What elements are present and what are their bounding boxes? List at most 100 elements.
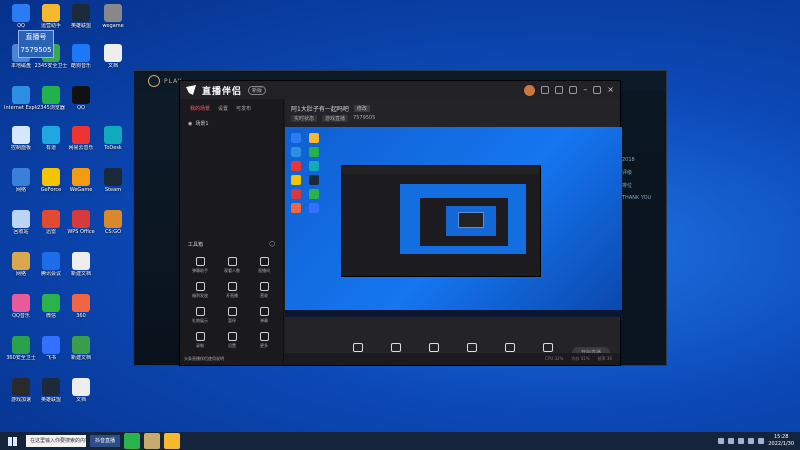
desktop-icon[interactable]: 英雄联盟 [64, 4, 98, 38]
user-avatar[interactable] [524, 84, 536, 96]
desktop-icon[interactable]: 网易云音乐 [64, 126, 98, 160]
desktop-icon[interactable]: 英雄联盟 [34, 378, 68, 412]
desktop-icon[interactable]: 网络 [4, 168, 38, 202]
eye-icon[interactable]: ◉ [188, 121, 192, 127]
desktop-icon[interactable]: 新建文档 [64, 336, 98, 370]
app-icon [42, 336, 60, 354]
desktop-icon[interactable]: 微信 [34, 294, 68, 328]
tool-item[interactable]: 福利发放 [184, 282, 216, 299]
tool-icon [195, 257, 205, 266]
tool-item[interactable]: 开直播 [216, 282, 248, 299]
tool-item[interactable]: 设置 [216, 332, 248, 349]
desktop-icon[interactable]: 360安全卫士 [4, 336, 38, 370]
tool-icon [195, 282, 205, 291]
preview-icon [309, 203, 319, 213]
tab-publish[interactable]: 可发布 [236, 105, 251, 112]
desktop-icon[interactable]: ToDesk [96, 126, 130, 160]
app-icon [72, 86, 90, 104]
taskbar-clock[interactable]: 15:28 2022/1/30 [768, 434, 794, 448]
desktop-icon[interactable]: WeGame [64, 168, 98, 202]
taskbar-active-app[interactable]: 抖音直播 [90, 435, 120, 447]
desktop-icon[interactable]: QQ [64, 86, 98, 120]
desktop-icon[interactable]: 回收站 [4, 210, 38, 244]
desktop-icon[interactable]: 游戏加速 [4, 378, 38, 412]
preview-icon [309, 161, 319, 171]
tray-icon[interactable] [718, 438, 725, 444]
app-icon [12, 86, 30, 104]
tab-settings[interactable]: 设置 [218, 105, 228, 112]
tool-item[interactable]: 礼物展示 [184, 307, 216, 324]
desktop-icon[interactable]: wegame [96, 4, 130, 38]
taskbar-app-icon[interactable] [124, 433, 140, 449]
desktop-icon[interactable]: 新建文档 [64, 252, 98, 286]
desktop-icon[interactable]: QQ音乐 [4, 294, 38, 328]
tray-icon[interactable] [738, 438, 745, 444]
app-icon [72, 294, 90, 312]
tab-scenes[interactable]: 我的场景 [190, 105, 210, 112]
game-friends-panel: 2018 评级 排位 THANK YOU [618, 151, 666, 365]
taskbar-search[interactable]: 在这里输入你要搜索的内容 [26, 435, 86, 447]
desktop-icon[interactable]: 腾讯会议 [34, 252, 68, 286]
desktop-icon[interactable]: Steam [96, 168, 130, 202]
desktop-icon[interactable]: CS:GO [96, 210, 130, 244]
desktop-icon[interactable]: 控制面板 [4, 126, 38, 160]
message-icon[interactable] [541, 86, 550, 94]
game-panel-row: 2018 [622, 157, 635, 163]
tool-label: 弹幕 [260, 318, 268, 323]
gift-icon[interactable] [555, 86, 564, 94]
desktop-icon[interactable]: 网络 [4, 252, 38, 286]
toolbox-more-icon[interactable]: ◯ [269, 241, 275, 248]
help-link[interactable]: 头条直播伴侣使用说明 [184, 356, 224, 362]
settings-icon[interactable] [569, 86, 578, 94]
app-titlebar: 直播伴侣 新版 – × [180, 81, 620, 99]
tool-item[interactable]: 更多 [248, 332, 280, 349]
version-pill[interactable]: 新版 [248, 85, 267, 95]
desktop-icon[interactable]: 2345浏览器 [34, 86, 68, 120]
desktop-icon[interactable]: 迅雷 [34, 210, 68, 244]
nested-preview-window [341, 165, 541, 277]
tool-item[interactable]: 弹幕助手 [184, 257, 216, 274]
category-badge[interactable]: 游戏直播 [322, 115, 349, 122]
desktop-icon[interactable]: 360 [64, 294, 98, 328]
game-panel-row: 排位 [622, 183, 633, 189]
scene-item[interactable]: ◉ 场景1 [180, 118, 283, 129]
desktop-icon[interactable]: 文档 [64, 378, 98, 412]
desktop-icon[interactable]: 文档 [96, 44, 130, 78]
desktop-icon[interactable]: Internet Explorer [4, 86, 38, 120]
minimize-icon[interactable]: – [583, 86, 587, 94]
tool-item[interactable]: 录制 [184, 332, 216, 349]
maximize-icon[interactable] [593, 86, 602, 94]
desktop-icon[interactable]: GeForce [34, 168, 68, 202]
nested-preview-window-2 [420, 198, 508, 246]
preview-desktop-icons [291, 133, 331, 213]
preview-icon [309, 189, 319, 199]
desktop-icon[interactable]: 飞书 [34, 336, 68, 370]
desktop-icon[interactable]: 酷狗音乐 [64, 44, 98, 78]
desktop-icon[interactable]: 有道 [34, 126, 68, 160]
volume-icon[interactable] [758, 438, 765, 444]
tool-item[interactable]: 暂停 [216, 307, 248, 324]
tool-item[interactable]: 直播间 [248, 257, 280, 274]
tool-item[interactable]: 弹幕 [248, 307, 280, 324]
app-icon [72, 210, 90, 228]
stream-preview[interactable] [285, 127, 622, 317]
edit-title-button[interactable]: 修改 [353, 105, 370, 112]
desktop-icon-label: 网易云音乐 [68, 145, 94, 151]
nested-preview-2 [446, 206, 496, 236]
close-icon[interactable]: × [607, 86, 614, 94]
app-icon [104, 44, 122, 62]
tool-item[interactable]: 观看人数 [216, 257, 248, 274]
desktop-icon-label: QQ [77, 105, 85, 111]
app-icon [12, 168, 30, 186]
network-icon[interactable] [748, 438, 755, 444]
tool-icon [227, 282, 237, 291]
app-icon [72, 126, 90, 144]
tool-item[interactable]: 营收 [248, 282, 280, 299]
tool-icon [227, 332, 237, 341]
taskbar-app-icon[interactable] [144, 433, 160, 449]
taskbar-app-icon[interactable] [164, 433, 180, 449]
start-button[interactable] [0, 432, 24, 450]
desktop-icon[interactable]: WPS Office [64, 210, 98, 244]
streaming-app-window[interactable]: 直播伴侣 新版 – × 我的场景 设置 可发布 ◉ 场景1 工具箱 ◯ 弹幕助手… [179, 80, 622, 366]
tray-icon[interactable] [728, 438, 735, 444]
